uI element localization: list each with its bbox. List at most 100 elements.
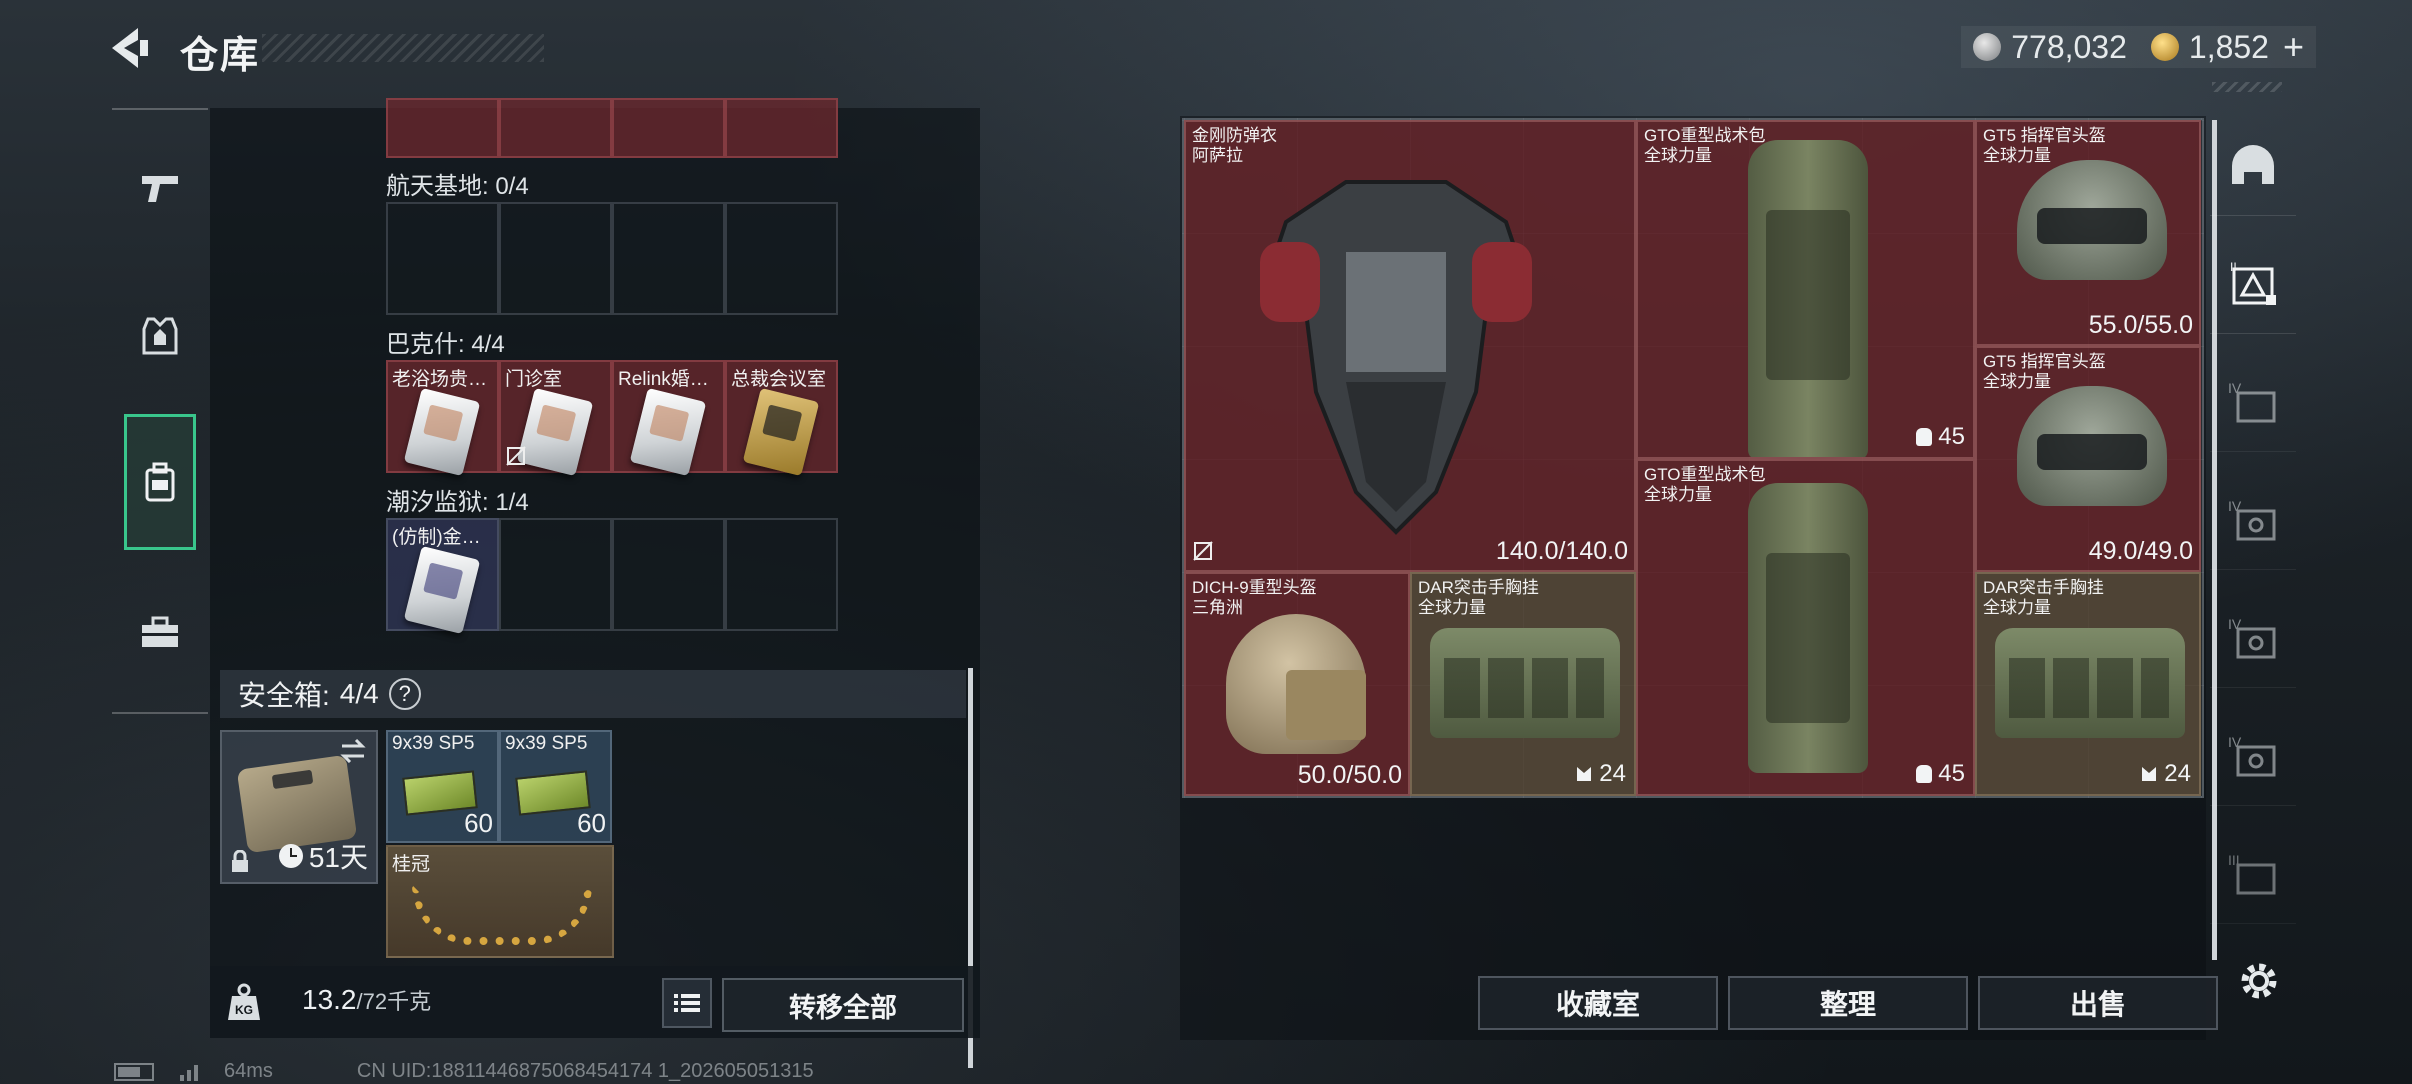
- ammo-name: 9x39 SP5: [505, 733, 588, 754]
- helmet-slot-icon: [2232, 144, 2274, 184]
- back-arrow-icon[interactable]: [108, 26, 156, 70]
- sell-button[interactable]: 出售: [1978, 976, 2218, 1030]
- capacity-icon: [1916, 765, 1933, 783]
- item-slot[interactable]: [499, 98, 612, 158]
- keycard-slot[interactable]: (仿制)金…: [386, 518, 499, 635]
- rail-helmet-slot[interactable]: [2210, 116, 2296, 216]
- swap-icon[interactable]: [338, 738, 368, 764]
- gold-coin-icon: [2150, 33, 2179, 61]
- rail-item-backpack[interactable]: [124, 414, 196, 550]
- item-origin: 全球力量: [1644, 146, 1712, 165]
- pistol-icon: [142, 176, 178, 202]
- item-slot[interactable]: [725, 518, 838, 631]
- list-view-button[interactable]: [662, 978, 712, 1028]
- ammo-name: 9x39 SP5: [392, 733, 475, 754]
- status-footer: 64ms CN UID:18811446875068454174 1_20260…: [114, 1060, 814, 1083]
- loot-item-helmet[interactable]: GT5 指挥官头盔 全球力量 49.0/49.0: [1975, 346, 2201, 572]
- ping-readout: 64ms: [224, 1060, 273, 1082]
- loot-item-backpack[interactable]: GTO重型战术包 全球力量 45: [1636, 120, 1975, 459]
- rail-item-weapons[interactable]: [112, 140, 208, 236]
- rail-container-slot-active[interactable]: II: [2210, 234, 2296, 334]
- weight-max: /72千克: [356, 989, 432, 1014]
- keycard-icon: [403, 545, 481, 635]
- item-slot[interactable]: [612, 518, 725, 631]
- helmet-icon: [1226, 614, 1366, 754]
- rail-container-slot[interactable]: IV: [2210, 706, 2296, 806]
- stash-panel: 航天基地: 0/4 巴克什: 4/4 老浴场贵… 门诊室 Relink婚… 总裁…: [210, 98, 980, 1068]
- keycard-slot[interactable]: 门诊室: [499, 360, 612, 477]
- slot-row-previous: [386, 98, 838, 158]
- ammo-slot[interactable]: 9x39 SP5 60: [499, 730, 612, 843]
- item-name: (仿制)金…: [392, 527, 481, 548]
- armor-icon: [142, 317, 178, 355]
- loot-item-heavy-helmet[interactable]: DICH-9重型头盔 三角洲 50.0/50.0: [1184, 572, 1410, 796]
- slot-row-bakesh: 老浴场贵… 门诊室 Relink婚… 总裁会议室: [386, 360, 838, 477]
- rig-capacity-icon: [1577, 767, 1592, 781]
- loot-grid: 金刚防弹衣 阿萨拉 140.0/140.0 GTO重型战术包 全球力量 45 G…: [1182, 118, 2204, 798]
- container-iv-icon: IV: [2228, 616, 2276, 658]
- laurel-slot[interactable]: 桂冠: [386, 845, 614, 958]
- safe-box-container[interactable]: 51天: [220, 730, 378, 884]
- item-capacity: 45: [1916, 760, 1965, 788]
- sort-button[interactable]: 整理: [1728, 976, 1968, 1030]
- map-label-tidal-prison: 潮汐监狱: 1/4: [386, 489, 529, 516]
- page-title: 仓库: [180, 35, 261, 77]
- container-iv-icon: IV: [2228, 380, 2276, 422]
- transfer-all-button[interactable]: 转移全部: [722, 978, 964, 1032]
- loot-panel: 金刚防弹衣 阿萨拉 140.0/140.0 GTO重型战术包 全球力量 45 G…: [1180, 116, 2218, 1040]
- item-name: DAR突击手胸挂: [1983, 578, 2104, 597]
- currency-bar: 778,032 1,852 +: [1961, 26, 2316, 68]
- slot-row-spacebase: [386, 202, 838, 315]
- item-slot[interactable]: [386, 98, 499, 158]
- rail-container-slot[interactable]: IV: [2210, 470, 2296, 570]
- item-name: Relink婚…: [618, 369, 709, 390]
- chest-rig-icon: [1995, 628, 2185, 738]
- signal-icon: [180, 1064, 198, 1081]
- rail-item-toolbox[interactable]: [112, 584, 208, 680]
- loot-item-chest-rig[interactable]: DAR突击手胸挂 全球力量 24: [1975, 572, 2201, 796]
- item-slot[interactable]: [612, 202, 725, 315]
- loot-item-chest-rig[interactable]: DAR突击手胸挂 全球力量 24: [1410, 572, 1636, 796]
- capacity-value: 24: [1599, 760, 1626, 787]
- rail-container-slot[interactable]: IV: [2210, 588, 2296, 688]
- rail-item-armor[interactable]: [112, 288, 208, 384]
- item-slot[interactable]: [612, 98, 725, 158]
- safe-duration: 51天: [278, 836, 368, 876]
- item-capacity: 24: [2140, 760, 2191, 788]
- item-origin: 全球力量: [1983, 146, 2051, 165]
- map-label-bakesh: 巴克什: 4/4: [386, 331, 505, 358]
- item-slot[interactable]: [725, 202, 838, 315]
- keycard-slot[interactable]: Relink婚…: [612, 360, 725, 477]
- no-trade-icon: [506, 446, 526, 466]
- item-slot[interactable]: [725, 98, 838, 158]
- loot-item-backpack[interactable]: GTO重型战术包 全球力量 45: [1636, 459, 1975, 796]
- item-slot[interactable]: [499, 202, 612, 315]
- collection-room-button[interactable]: 收藏室: [1478, 976, 1718, 1030]
- rail-container-slot[interactable]: IV: [2210, 352, 2296, 452]
- help-button[interactable]: ?: [388, 678, 421, 710]
- stash-bottom-bar: KG 13.2/72千克 转移全部: [210, 966, 980, 1038]
- container-iv-icon: IV: [2228, 734, 2276, 776]
- capacity-value: 24: [2164, 760, 2191, 787]
- ammo-count: 60: [577, 808, 606, 838]
- item-origin: 全球力量: [1983, 598, 2051, 617]
- loot-item-helmet[interactable]: GT5 指挥官头盔 全球力量 55.0/55.0: [1975, 120, 2201, 346]
- rail-container-slot[interactable]: III: [2210, 824, 2296, 924]
- item-origin: 三角洲: [1192, 598, 1243, 617]
- item-origin: 阿萨拉: [1192, 146, 1243, 165]
- settings-gear-icon[interactable]: [2234, 956, 2284, 1006]
- loot-item-vest[interactable]: 金刚防弹衣 阿萨拉 140.0/140.0: [1184, 120, 1636, 572]
- gold-amount: 1,852: [2188, 28, 2269, 65]
- item-name: GTO重型战术包: [1644, 126, 1766, 145]
- keycard-slot[interactable]: 老浴场贵…: [386, 360, 499, 477]
- item-name: 金刚防弹衣: [1192, 126, 1277, 145]
- item-slot[interactable]: [386, 202, 499, 315]
- ammo-slot[interactable]: 9x39 SP5 60: [386, 730, 499, 843]
- add-currency-button[interactable]: +: [2283, 26, 2304, 68]
- safe-box-header: 安全箱: 4/4 ?: [220, 670, 966, 718]
- keycard-slot[interactable]: 总裁会议室: [725, 360, 838, 477]
- laurel-icon: [412, 885, 592, 945]
- list-icon: [674, 994, 700, 1012]
- item-name: 门诊室: [505, 369, 563, 390]
- item-slot[interactable]: [499, 518, 612, 631]
